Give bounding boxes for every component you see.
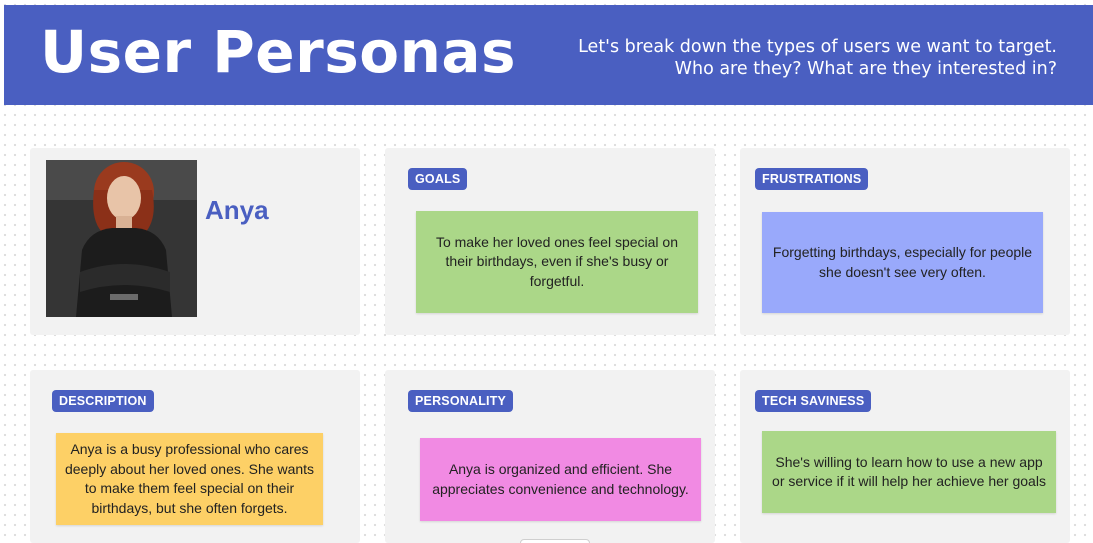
description-tag: DESCRIPTION [52,390,154,412]
tech-saviness-tag: TECH SAVINESS [755,390,872,412]
subtitle-line-2: Who are they? What are they interested i… [674,59,1057,79]
frustrations-sticky-note[interactable]: Forgetting birthdays, especially for peo… [762,212,1043,313]
frustrations-tag: FRUSTRATIONS [755,168,869,190]
goals-sticky-note[interactable]: To make her loved ones feel special on t… [416,211,698,313]
page-title: User Personas [40,18,517,86]
bottom-handle[interactable] [520,539,590,543]
tech-saviness-sticky-note[interactable]: She's willing to learn how to use a new … [762,431,1056,513]
subtitle-line-1: Let's break down the types of users we w… [578,37,1057,57]
goals-tag: GOALS [408,168,468,190]
personality-sticky-note[interactable]: Anya is organized and efficient. She app… [420,438,701,521]
header-banner: User Personas Let's break down the types… [4,5,1093,105]
description-sticky-note[interactable]: Anya is a busy professional who cares de… [56,433,323,525]
page-subtitle: Let's break down the types of users we w… [537,36,1057,80]
persona-photo[interactable] [46,160,197,317]
persona-name: Anya [205,195,269,225]
persona-photo-illustration [46,160,197,317]
personality-tag: PERSONALITY [408,390,514,412]
